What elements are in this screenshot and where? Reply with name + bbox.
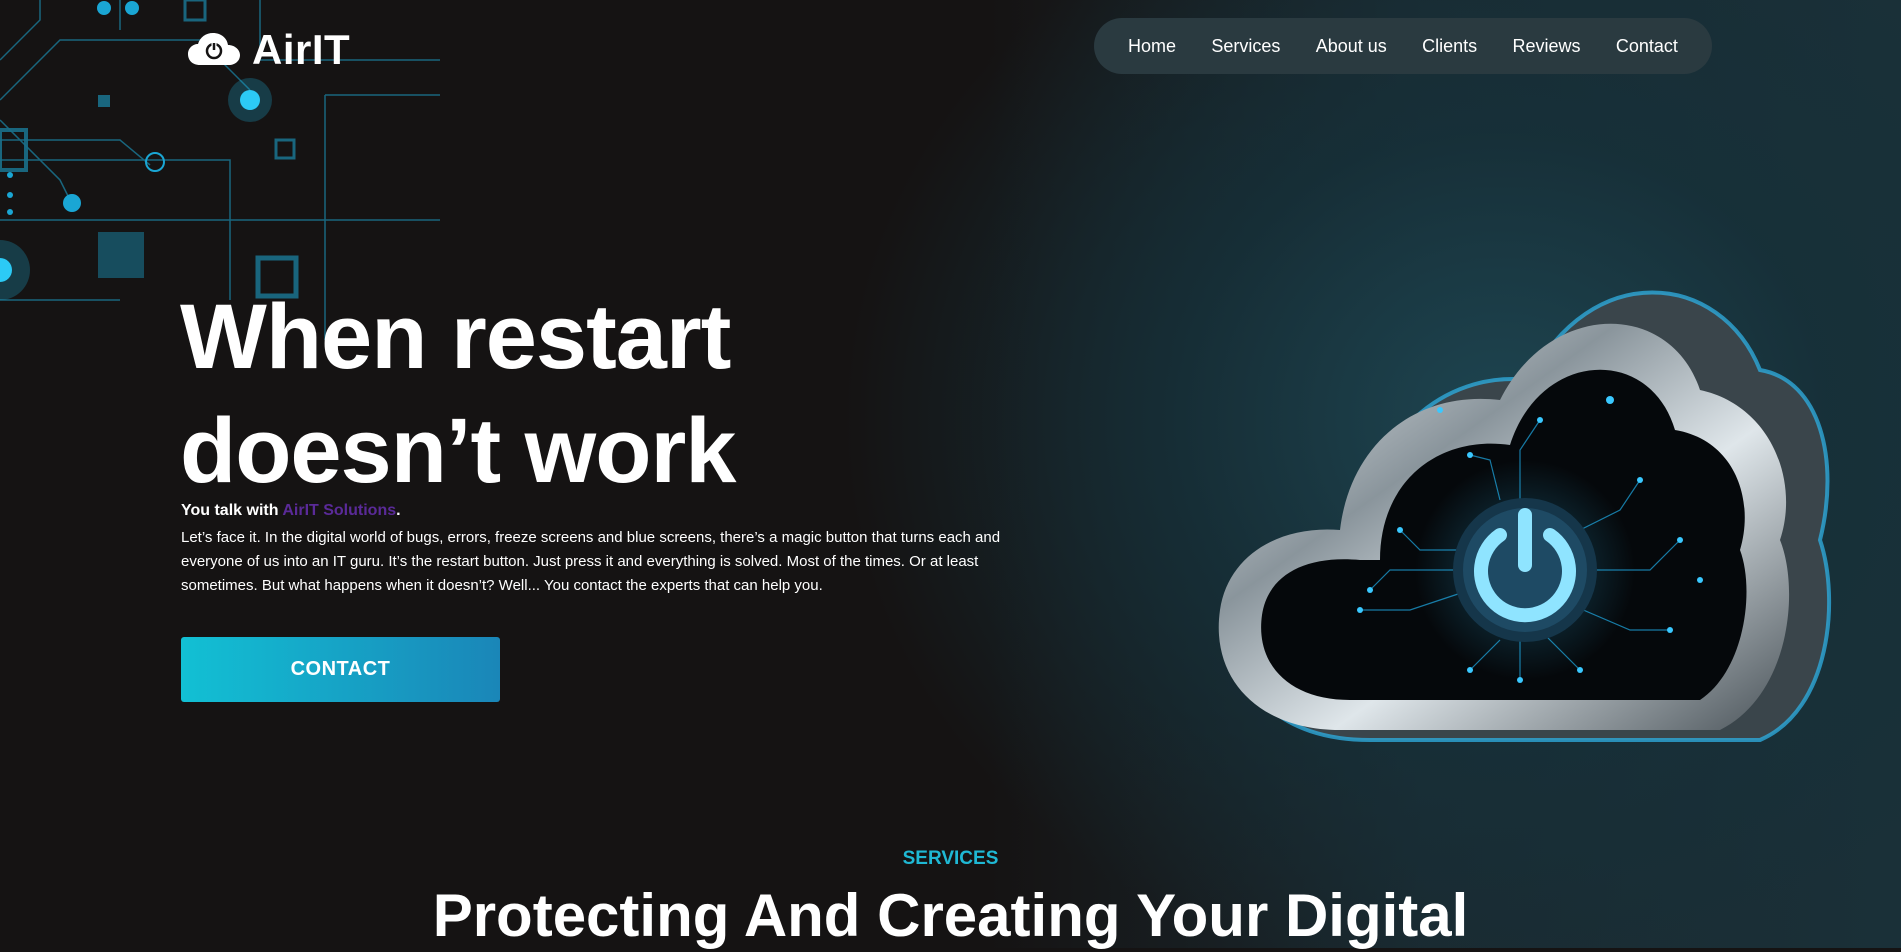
hero-title: When restart doesn’t work (180, 280, 880, 508)
services-label: SERVICES (902, 848, 999, 869)
main-nav: Home Services About us Clients Reviews C… (1094, 18, 1712, 74)
cloud-power-illustration (1218, 290, 1832, 742)
tagline-brand: AirIT Solutions (282, 502, 397, 519)
logo[interactable]: AirIT (188, 26, 350, 74)
nav-about-us[interactable]: About us (1316, 36, 1387, 57)
hero-description: Let’s face it. In the digital world of b… (181, 529, 1001, 594)
hero-title-line1: When restart (180, 286, 731, 388)
cloud-power-icon (188, 33, 240, 65)
logo-text: AirIT (252, 26, 351, 73)
nav-home[interactable]: Home (1128, 36, 1176, 57)
nav-clients[interactable]: Clients (1422, 36, 1477, 57)
tagline-suffix: . (396, 502, 401, 519)
nav-services[interactable]: Services (1211, 36, 1280, 57)
contact-button[interactable]: CONTACT (181, 637, 500, 702)
hero-title-line2: doesn’t work (180, 400, 736, 502)
nav-reviews[interactable]: Reviews (1513, 36, 1581, 57)
nav-contact[interactable]: Contact (1616, 36, 1678, 57)
services-title: Protecting And Creating Your Digital (432, 882, 1469, 949)
hero-tagline: You talk with AirIT Solutions. (181, 502, 401, 520)
tagline-prefix: You talk with (181, 502, 283, 519)
